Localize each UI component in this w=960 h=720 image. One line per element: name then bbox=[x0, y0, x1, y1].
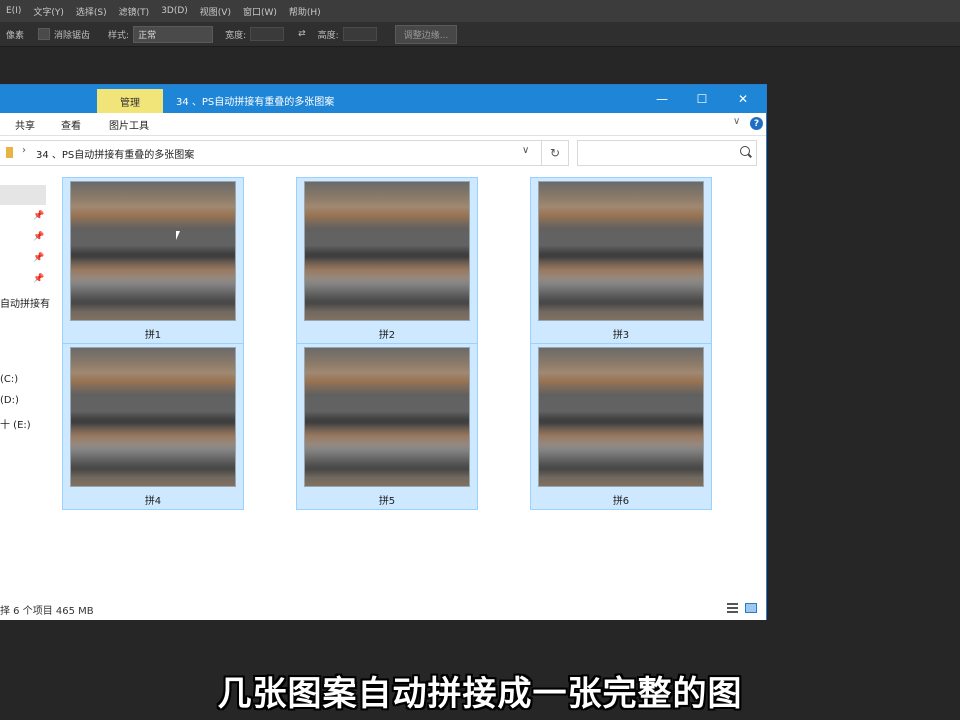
large-icons-view-icon[interactable] bbox=[745, 603, 757, 613]
status-text: 择 6 个项目 465 MB bbox=[0, 606, 94, 617]
width-field[interactable] bbox=[250, 27, 285, 41]
file-name: 拼4 bbox=[144, 496, 162, 507]
menu-help[interactable]: 帮助(H) bbox=[283, 5, 327, 18]
height-field[interactable] bbox=[342, 27, 377, 41]
search-icon[interactable] bbox=[740, 146, 750, 156]
menu-window[interactable]: 窗口(W) bbox=[237, 5, 283, 18]
height-option: 高度: bbox=[318, 27, 377, 41]
thumbnail-image bbox=[71, 348, 235, 486]
menu-edit[interactable]: E(I) bbox=[0, 6, 27, 16]
thumbnail-image bbox=[71, 182, 235, 320]
navigation-pane: 📌 📌 📌 📌 自动拼接有 (C:) (D:) 十 (E:) bbox=[0, 181, 50, 601]
menu-select[interactable]: 选择(S) bbox=[70, 5, 113, 18]
file-item[interactable]: 拼2 bbox=[296, 177, 478, 344]
menu-filter[interactable]: 滤镜(T) bbox=[113, 5, 156, 18]
swap-icon[interactable]: ⇄ bbox=[298, 29, 306, 39]
address-dropdown-icon[interactable]: ∨ bbox=[522, 145, 529, 156]
tab-picture-tools[interactable]: 图片工具 bbox=[109, 117, 149, 132]
nav-item-drive-e[interactable]: 十 (E:) bbox=[0, 416, 31, 431]
details-view-icon[interactable] bbox=[727, 603, 738, 613]
pin-icon[interactable]: 📌 bbox=[33, 232, 44, 242]
address-bar[interactable]: › 34 、PS自动拼接有重叠的多张图案 ∨ bbox=[0, 140, 564, 166]
maximize-button[interactable]: ☐ bbox=[680, 89, 724, 109]
file-item[interactable]: 拼5 bbox=[296, 343, 478, 510]
width-option: 宽度: bbox=[225, 27, 285, 41]
help-icon[interactable]: ? bbox=[750, 117, 763, 130]
photoshop-options-bar: 像素 消除锯齿 样式: 正常 宽度: ⇄ 高度: 调整边缘... bbox=[0, 22, 960, 47]
tab-view[interactable]: 查看 bbox=[61, 117, 81, 132]
refresh-button[interactable]: ↻ bbox=[541, 140, 569, 166]
tab-manage[interactable]: 管理 bbox=[97, 89, 163, 113]
photoshop-menubar: E(I) 文字(Y) 选择(S) 滤镜(T) 3D(D) 视图(V) 窗口(W)… bbox=[0, 0, 960, 22]
height-label: 高度: bbox=[317, 30, 339, 41]
file-item[interactable]: 拼6 bbox=[530, 343, 712, 510]
nav-selected-item[interactable] bbox=[0, 185, 46, 205]
minimize-button[interactable]: — bbox=[640, 89, 684, 109]
status-bar: 择 6 个项目 465 MB bbox=[0, 599, 766, 619]
window-title: 34 、PS自动拼接有重叠的多张图案 bbox=[176, 97, 335, 108]
width-label: 宽度: bbox=[225, 30, 247, 41]
refine-edge-button[interactable]: 调整边缘... bbox=[394, 24, 458, 44]
pin-icon[interactable]: 📌 bbox=[33, 253, 44, 263]
file-name: 拼5 bbox=[378, 496, 396, 507]
file-item[interactable]: 拼1 bbox=[62, 177, 244, 344]
file-item[interactable]: 拼4 bbox=[62, 343, 244, 510]
antialias-label: 消除锯齿 bbox=[54, 30, 91, 41]
video-subtitle: 几张图案自动拼接成一张完整的图 bbox=[217, 674, 743, 714]
menu-view[interactable]: 视图(V) bbox=[194, 5, 237, 18]
feather-unit-label: 像素 bbox=[6, 30, 25, 41]
file-name: 拼2 bbox=[378, 330, 396, 341]
thumbnail-image bbox=[539, 348, 703, 486]
breadcrumb[interactable]: 34 、PS自动拼接有重叠的多张图案 bbox=[36, 146, 194, 161]
style-option: 样式: 正常 bbox=[108, 25, 214, 43]
file-item[interactable]: 拼3 bbox=[530, 177, 712, 344]
mouse-cursor-icon bbox=[176, 231, 180, 240]
nav-item-drive-c[interactable]: (C:) bbox=[0, 374, 18, 385]
antialias-checkbox[interactable] bbox=[38, 28, 51, 40]
thumbnail-image bbox=[539, 182, 703, 320]
tab-share[interactable]: 共享 bbox=[15, 117, 35, 132]
nav-item-folder[interactable]: 自动拼接有 bbox=[0, 295, 50, 310]
close-button[interactable]: ✕ bbox=[721, 89, 765, 109]
style-select[interactable]: 正常 bbox=[133, 25, 214, 43]
file-explorer-window: 管理 34 、PS自动拼接有重叠的多张图案 — ☐ ✕ 共享 查看 图片工具 ∨… bbox=[0, 84, 767, 620]
antialias-option[interactable]: 消除锯齿 bbox=[38, 28, 90, 41]
file-name: 拼6 bbox=[612, 496, 630, 507]
folder-icon bbox=[6, 147, 13, 158]
file-name: 拼1 bbox=[144, 330, 162, 341]
pin-icon[interactable]: 📌 bbox=[33, 274, 44, 284]
file-name: 拼3 bbox=[612, 330, 630, 341]
ribbon: 共享 查看 图片工具 ∨ ? bbox=[0, 113, 766, 136]
breadcrumb-chevron-icon[interactable]: › bbox=[22, 145, 26, 156]
ribbon-collapse-icon[interactable]: ∨ bbox=[733, 116, 740, 127]
search-input[interactable] bbox=[577, 140, 757, 166]
nav-item-drive-d[interactable]: (D:) bbox=[0, 395, 19, 406]
menu-type[interactable]: 文字(Y) bbox=[27, 5, 70, 18]
style-label: 样式: bbox=[108, 30, 130, 41]
thumbnail-image bbox=[305, 182, 469, 320]
menu-3d[interactable]: 3D(D) bbox=[155, 6, 194, 16]
title-bar[interactable]: 管理 34 、PS自动拼接有重叠的多张图案 — ☐ ✕ bbox=[0, 85, 766, 113]
pin-icon[interactable]: 📌 bbox=[33, 211, 44, 221]
thumbnail-image bbox=[305, 348, 469, 486]
file-grid: 拼1 拼2 拼3 拼4 拼5 拼6 bbox=[48, 173, 764, 598]
